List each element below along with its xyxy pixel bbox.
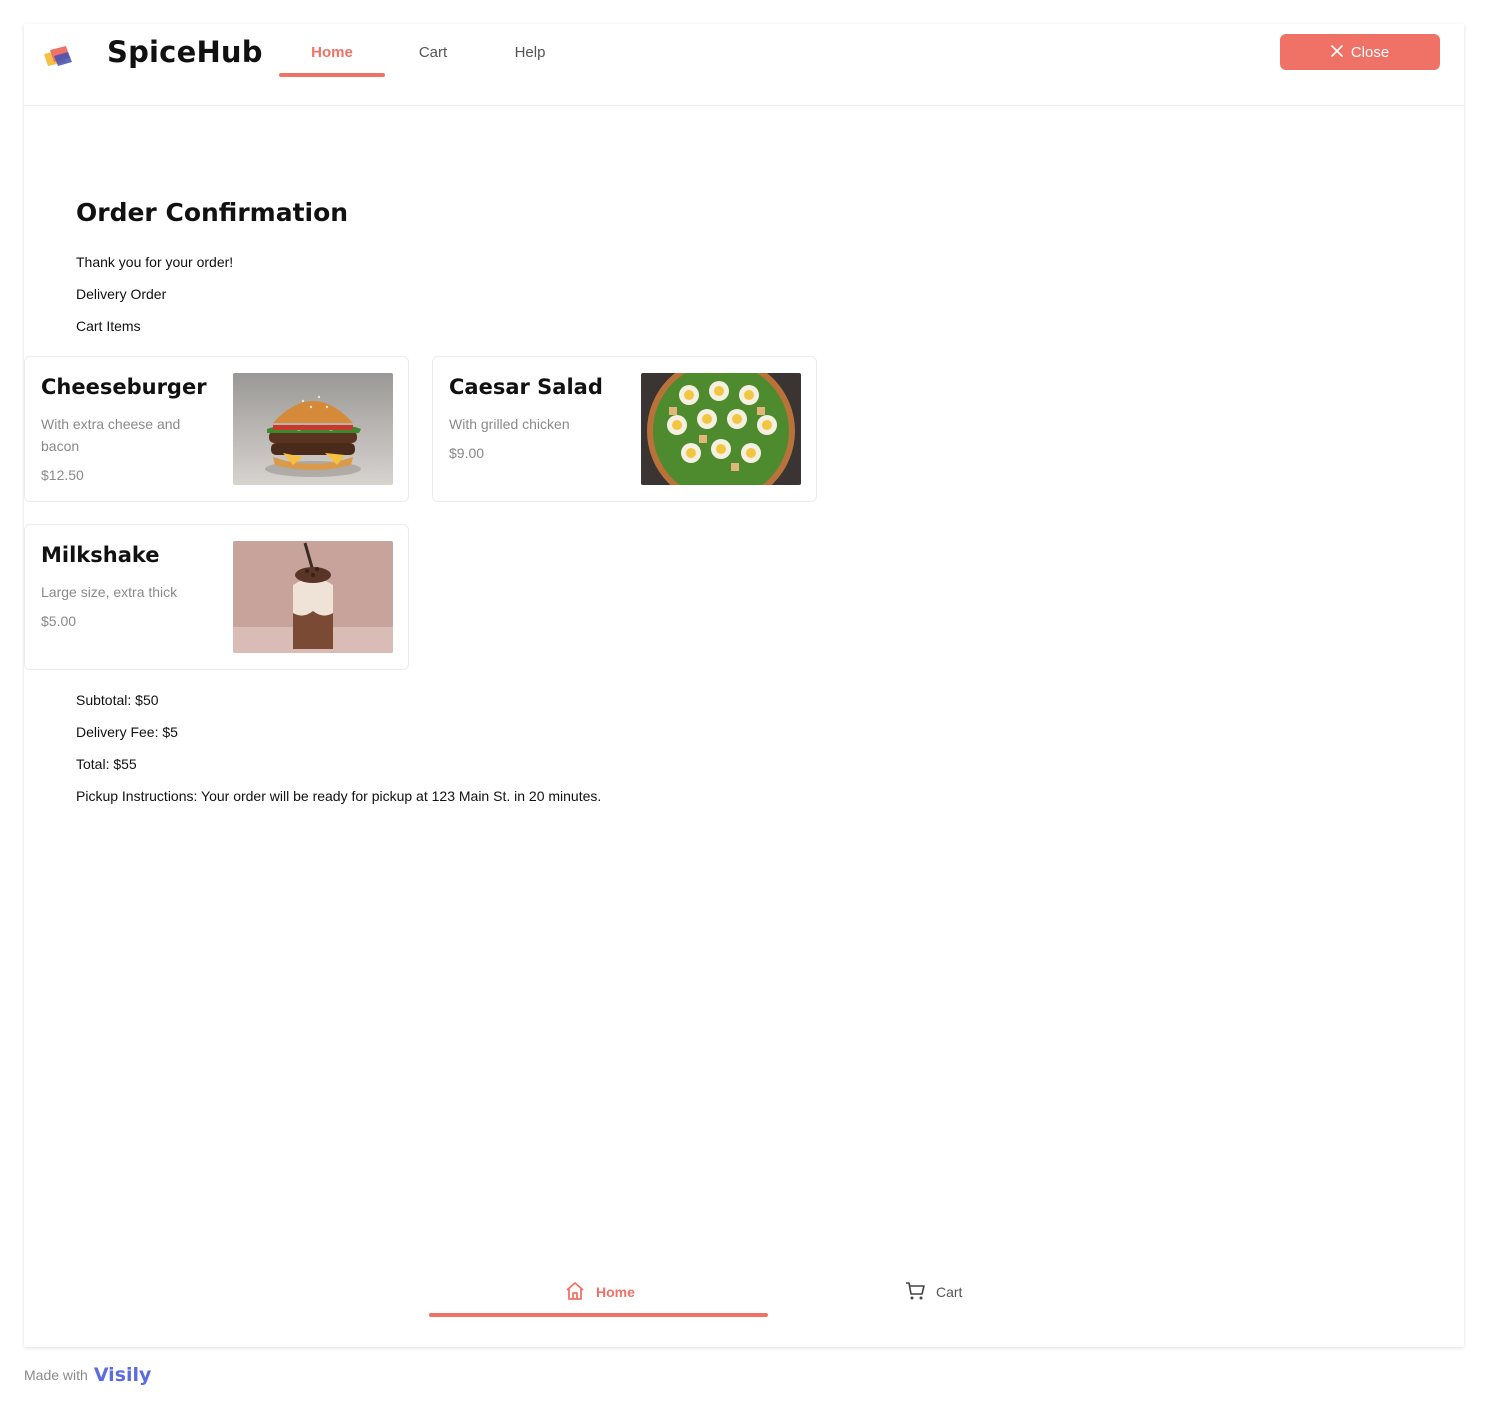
brand-name: SpiceHub: [107, 35, 263, 69]
cart-item-card[interactable]: Caesar Salad With grilled chicken $9.00: [432, 356, 817, 502]
close-label: Close: [1350, 43, 1390, 61]
caesar-salad-image: [641, 373, 801, 485]
item-name: Cheeseburger: [41, 375, 207, 399]
cart-icon: [904, 1280, 926, 1305]
item-description: With extra cheese and bacon: [41, 416, 181, 454]
cart-item-card[interactable]: Milkshake Large size, extra thick $5.00: [24, 524, 409, 670]
bottom-nav-home[interactable]: Home: [564, 1278, 635, 1306]
item-name: Caesar Salad: [449, 375, 603, 399]
subtotal-text: Subtotal: $50: [76, 692, 159, 708]
item-description: Large size, extra thick: [41, 584, 178, 600]
bottom-nav-cart-label: Cart: [936, 1284, 963, 1300]
home-icon: [564, 1280, 586, 1305]
pickup-instructions: Pickup Instructions: Your order will be …: [76, 788, 602, 804]
app-frame: SpiceHub Home Cart Help Close Order Conf…: [24, 24, 1464, 1347]
tab-help[interactable]: Help: [508, 44, 552, 78]
visily-logo: Visily: [93, 1364, 152, 1386]
bottom-nav-cart[interactable]: Cart: [904, 1278, 962, 1306]
item-price: $5.00: [41, 613, 77, 629]
item-name: Milkshake: [41, 543, 160, 567]
milkshake-image: [233, 541, 393, 653]
bottom-nav-home-label: Home: [596, 1284, 635, 1300]
close-button[interactable]: Close: [1280, 34, 1440, 70]
delivery-fee-text: Delivery Fee: $5: [76, 724, 178, 740]
page-title: Order Confirmation: [76, 198, 349, 227]
top-header: SpiceHub Home Cart Help Close: [24, 24, 1464, 106]
close-icon: [1331, 44, 1343, 61]
item-price: $9.00: [449, 445, 485, 461]
active-tab-indicator: [279, 73, 385, 77]
made-with-text: Made with: [24, 1367, 88, 1383]
order-type-text: Delivery Order: [76, 286, 167, 302]
bottom-nav-active-indicator: [429, 1313, 768, 1317]
thanks-text: Thank you for your order!: [76, 254, 234, 270]
cart-item-card[interactable]: Cheeseburger With extra cheese and bacon…: [24, 356, 409, 502]
tab-cart[interactable]: Cart: [412, 44, 454, 78]
logo-icon: [40, 42, 76, 70]
total-text: Total: $55: [76, 756, 137, 772]
item-price: $12.50: [41, 467, 84, 483]
made-with-badge[interactable]: Made with Visily: [24, 1364, 151, 1386]
item-description: With grilled chicken: [449, 416, 570, 432]
cheeseburger-image: [233, 373, 393, 485]
cart-items-heading: Cart Items: [76, 318, 141, 334]
